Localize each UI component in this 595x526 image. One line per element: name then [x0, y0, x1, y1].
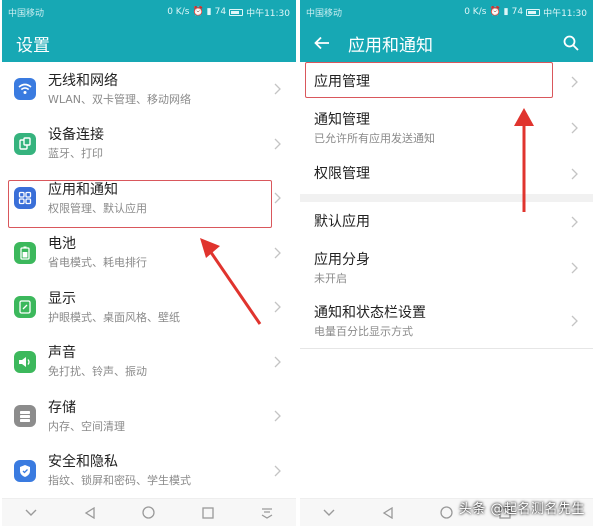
battery-level: 74	[511, 7, 524, 17]
notification-shade-icon[interactable]	[260, 506, 274, 520]
alarm-icon: ⏰	[489, 7, 501, 17]
item-title: 显示	[48, 290, 76, 307]
item-title: 电池	[48, 236, 76, 253]
app-bar: 设置	[2, 24, 296, 62]
page-title: 设置	[16, 35, 50, 56]
chevron-right-icon	[571, 76, 578, 88]
chevron-right-icon	[274, 356, 281, 368]
menu-default-apps[interactable]: 默认应用	[300, 202, 593, 242]
item-title: 权限管理	[314, 166, 370, 182]
signal-icon: ▮	[206, 7, 212, 17]
item-title: 通知和状态栏设置	[314, 304, 426, 321]
chevron-right-icon	[274, 301, 281, 313]
collapse-icon[interactable]	[24, 506, 38, 520]
back-nav-icon[interactable]	[83, 506, 97, 520]
alarm-icon: ⏰	[192, 7, 204, 17]
clock: 中午11:30	[543, 8, 587, 19]
settings-item-security-privacy[interactable]: 安全和隐私指纹、锁屏和密码、学生模式	[2, 444, 296, 499]
apps-notifications-screen: 中国移动 0 K/s ⏰ ▮ 74 中午11:30 应用和通知 应用管理 通知管…	[300, 0, 593, 526]
red-arrow	[514, 108, 534, 212]
status-battery-icon	[229, 8, 244, 16]
menu-notification-statusbar-settings[interactable]: 通知和状态栏设置 电量百分比显示方式	[300, 294, 593, 348]
chevron-right-icon	[274, 410, 281, 422]
settings-screen: 中国移动 0 K/s ⏰ ▮ 74 中午11:30 设置 无线和网络 WLAN、双…	[2, 0, 296, 526]
item-title: 安全和隐私	[48, 454, 118, 471]
chevron-right-icon	[571, 216, 578, 228]
apps-icon	[14, 187, 36, 210]
item-subtitle: 内存、空间清理	[48, 419, 125, 433]
menu-app-twin[interactable]: 应用分身 未开启	[300, 242, 593, 294]
shield-icon	[14, 459, 36, 482]
back-arrow-icon[interactable]	[312, 33, 332, 53]
item-title: 存储	[48, 399, 76, 416]
collapse-icon[interactable]	[322, 506, 336, 520]
item-title: 通知管理	[314, 111, 370, 128]
wifi-icon	[14, 78, 36, 101]
item-subtitle: 省电模式、耗电排行	[48, 256, 147, 270]
menu-notification-management[interactable]: 通知管理 已允许所有应用发送通知	[300, 102, 593, 154]
item-subtitle: 指纹、锁屏和密码、学生模式	[48, 474, 191, 488]
item-title: 设备连接	[48, 127, 104, 144]
item-subtitle: 蓝牙、打印	[48, 147, 103, 161]
settings-item-storage[interactable]: 存储 内存、空间清理	[2, 389, 296, 444]
item-subtitle: 权限管理、默认应用	[48, 201, 147, 215]
signal-icon: ▮	[503, 7, 509, 17]
page-title: 应用和通知	[348, 35, 433, 56]
home-nav-icon[interactable]	[142, 506, 156, 520]
item-title: 声音	[48, 345, 76, 362]
net-speed: 0 K/s	[464, 7, 487, 17]
item-subtitle: 已允许所有应用发送通知	[314, 131, 435, 145]
home-nav-icon[interactable]	[439, 506, 453, 520]
sound-icon	[14, 350, 36, 373]
settings-item-wireless[interactable]: 无线和网络 WLAN、双卡管理、移动网络	[2, 62, 296, 117]
item-title: 无线和网络	[48, 72, 118, 89]
item-title: 应用管理	[314, 74, 370, 90]
app-bar: 应用和通知	[300, 24, 593, 62]
chevron-right-icon	[274, 192, 281, 204]
settings-item-device-connection[interactable]: 设备连接 蓝牙、打印	[2, 117, 296, 172]
chevron-right-icon	[274, 247, 281, 259]
net-speed: 0 K/s	[167, 7, 190, 17]
clock: 中午11:30	[246, 8, 290, 19]
menu-permission-management[interactable]: 权限管理	[300, 154, 593, 194]
carrier-label: 中国移动	[8, 8, 45, 19]
settings-item-apps-notifications[interactable]: 应用和通知权限管理、默认应用	[2, 171, 296, 226]
battery-level: 74	[214, 7, 227, 17]
section-divider	[300, 194, 593, 202]
item-title: 应用和通知	[48, 181, 118, 198]
chevron-right-icon	[571, 122, 578, 134]
display-icon	[14, 296, 36, 319]
red-arrow	[200, 238, 262, 325]
status-bar: 中国移动 0 K/s ⏰ ▮ 74 中午11:30	[2, 0, 296, 24]
item-subtitle: WLAN、双卡管理、移动网络	[48, 92, 192, 106]
chevron-right-icon	[571, 168, 578, 180]
item-title: 应用分身	[314, 251, 370, 268]
menu-app-management[interactable]: 应用管理	[300, 62, 593, 102]
back-nav-icon[interactable]	[381, 506, 395, 520]
chevron-right-icon	[274, 83, 281, 95]
chevron-right-icon	[571, 315, 578, 327]
settings-item-sound[interactable]: 声音免打扰、铃声、振动	[2, 335, 296, 390]
device-connect-icon	[14, 132, 36, 155]
status-battery-icon	[526, 8, 541, 16]
item-title: 默认应用	[314, 214, 370, 230]
search-icon[interactable]	[561, 33, 581, 53]
navigation-bar	[2, 498, 296, 526]
list-end-line	[300, 348, 593, 349]
carrier-label: 中国移动	[306, 8, 343, 19]
storage-icon	[14, 405, 36, 428]
item-subtitle: 护眼模式、桌面风格、壁纸	[48, 310, 180, 324]
battery-icon	[14, 241, 36, 264]
item-subtitle: 电量百分比显示方式	[314, 324, 413, 338]
item-subtitle: 免打扰、铃声、振动	[48, 365, 147, 379]
watermark: 头条 @起名测名先生	[458, 502, 585, 517]
item-subtitle: 未开启	[314, 271, 347, 285]
status-bar: 中国移动 0 K/s ⏰ ▮ 74 中午11:30	[300, 0, 593, 24]
chevron-right-icon	[274, 138, 281, 150]
chevron-right-icon	[571, 262, 578, 274]
chevron-right-icon	[274, 465, 281, 477]
recents-nav-icon[interactable]	[201, 506, 215, 520]
